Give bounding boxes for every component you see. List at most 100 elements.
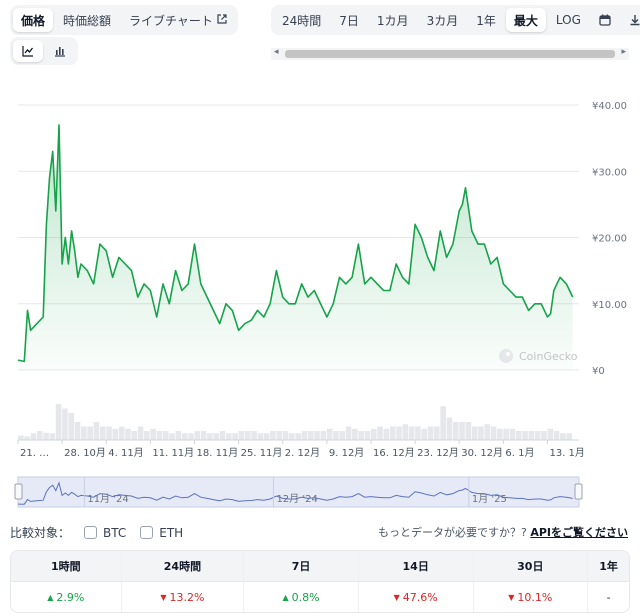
- compare-btc[interactable]: BTC: [84, 526, 126, 540]
- scrollbar-thumb[interactable]: [285, 50, 615, 58]
- volume-bar: [326, 428, 333, 440]
- volume-bar: [320, 431, 327, 440]
- volume-bar: [181, 433, 188, 440]
- volume-bar: [175, 431, 182, 440]
- x-tick-label: 25. 11月: [241, 447, 283, 459]
- download-icon[interactable]: [621, 8, 640, 32]
- volume-bar: [459, 422, 465, 440]
- volume-bar: [43, 432, 49, 440]
- compare-row: 比較対象： BTC ETH: [10, 524, 183, 541]
- chart-tabs: 価格 時価総額 ライブチャート: [10, 5, 238, 35]
- tab-market-cap-label: 時価総額: [63, 13, 112, 28]
- navigator-label: 1月 '25: [472, 493, 507, 505]
- price-chart[interactable]: ¥40.00 ¥30.00 ¥20.00 ¥10.00 ¥0 CoinGecko 21.…: [0, 80, 640, 512]
- volume-bar: [553, 431, 560, 440]
- volume-bar: [232, 433, 238, 440]
- volume-bar: [478, 426, 484, 440]
- volume-bar: [389, 426, 396, 440]
- change-value: 10.1%: [517, 590, 553, 604]
- volume-bar: [484, 424, 491, 440]
- table-cell: ▼ 47.6%: [359, 582, 474, 612]
- x-tick-label: 13. 1月: [549, 447, 584, 459]
- watermark: CoinGecko: [499, 349, 578, 363]
- range-log[interactable]: LOG: [548, 8, 589, 32]
- volume-bar: [396, 426, 402, 440]
- volume-bar: [421, 428, 428, 440]
- range-3m-label: 3カ月: [426, 13, 459, 28]
- volume-bar: [125, 428, 131, 440]
- volume-bar: [452, 422, 459, 440]
- range-1m[interactable]: 1カ月: [369, 8, 417, 32]
- scroll-right-arrow-icon[interactable]: ▸: [621, 47, 626, 57]
- range-3m[interactable]: 3カ月: [419, 8, 467, 32]
- volume-bar: [377, 426, 383, 440]
- range-1y-label: 1年: [476, 13, 496, 28]
- x-axis-ticks: 21. … 28. 10月 4. 11月 11. 11月 18. 11月 25. 11月 2…: [17, 440, 585, 459]
- triangle-down-icon: ▼: [393, 592, 400, 602]
- volume-bar: [509, 428, 516, 440]
- range-24h-label: 24時間: [282, 13, 322, 28]
- price-area: [18, 124, 573, 371]
- y-tick-label: ¥0: [592, 366, 605, 377]
- tab-live-chart[interactable]: ライブチャート: [121, 8, 235, 32]
- calendar-icon[interactable]: [591, 8, 619, 32]
- tab-market-cap[interactable]: 時価総額: [55, 8, 119, 32]
- api-link[interactable]: APIをご覧ください: [530, 526, 628, 539]
- scroll-left-arrow-icon[interactable]: ◂: [274, 47, 279, 57]
- table-row: ▲ 2.9% ▼ 13.2% ▲ 0.8% ▼ 47.6% ▼ 10.1% -: [11, 582, 629, 612]
- volume-bar: [251, 431, 257, 440]
- volume-bar: [131, 431, 138, 440]
- api-prompt: もっとデータが必要ですか？? APIをご覧ください: [378, 524, 628, 540]
- volume-bar: [106, 426, 112, 440]
- volume-bar: [219, 431, 226, 440]
- navigator-handle-right[interactable]: [574, 483, 583, 500]
- volume-bar: [270, 431, 276, 440]
- bar-chart-icon[interactable]: [45, 40, 75, 62]
- volume-bar: [307, 431, 314, 440]
- chart-type-selector: [10, 37, 78, 65]
- volume-bar: [93, 422, 100, 440]
- volume-bars: [18, 404, 579, 441]
- volume-bar: [112, 428, 119, 440]
- x-tick-label: 28. 10月: [64, 447, 106, 459]
- volume-bar: [213, 433, 220, 440]
- compare-eth[interactable]: ETH: [140, 526, 183, 540]
- volume-bar: [226, 433, 232, 440]
- volume-bar: [364, 431, 371, 440]
- volume-bar: [24, 436, 30, 440]
- volume-bar: [194, 431, 201, 440]
- volume-bar: [156, 431, 163, 440]
- volume-bar: [150, 428, 156, 440]
- volume-bar: [490, 426, 497, 440]
- volume-bar: [352, 428, 358, 440]
- volume-bar: [30, 433, 37, 440]
- y-tick-label: ¥30.00: [592, 167, 627, 178]
- chart-scrollbar[interactable]: ◂ ▸: [271, 47, 629, 60]
- volume-bar: [238, 431, 245, 440]
- range-1y[interactable]: 1年: [468, 8, 504, 32]
- eth-checkbox[interactable]: [140, 526, 154, 539]
- volume-bar: [162, 431, 169, 440]
- x-tick-label: 4. 11月: [108, 447, 143, 459]
- table-header-cell: 1時間: [11, 551, 122, 581]
- volume-bar: [257, 433, 264, 440]
- triangle-up-icon: ▲: [282, 592, 289, 602]
- range-max[interactable]: 最大: [505, 8, 546, 32]
- range-navigator[interactable]: 11月 '24 12月 '24 1月 '25: [14, 476, 583, 508]
- external-link-icon: [217, 13, 227, 27]
- table-header-cell: 7日: [244, 551, 359, 581]
- table-header-cell: 30日: [474, 551, 589, 581]
- btc-checkbox[interactable]: [84, 526, 98, 539]
- volume-bar: [339, 431, 346, 440]
- x-tick-label: 21. …: [20, 448, 49, 459]
- tab-price[interactable]: 価格: [13, 8, 54, 32]
- range-7d[interactable]: 7日: [331, 8, 367, 32]
- price-change-table: 1時間 24時間 7日 14日 30日 1年 ▲ 2.9% ▼ 13.2% ▲ 0.8% ▼ 47.6%…: [10, 550, 630, 613]
- navigator-handle-left[interactable]: [14, 483, 23, 500]
- x-tick-label: 23. 12月: [417, 447, 459, 459]
- line-chart-icon[interactable]: [13, 40, 43, 62]
- table-cell: ▼ 13.2%: [122, 582, 245, 612]
- range-24h[interactable]: 24時間: [274, 8, 329, 32]
- compare-label: 比較対象：: [10, 526, 71, 540]
- table-cell: ▼ 10.1%: [474, 582, 589, 612]
